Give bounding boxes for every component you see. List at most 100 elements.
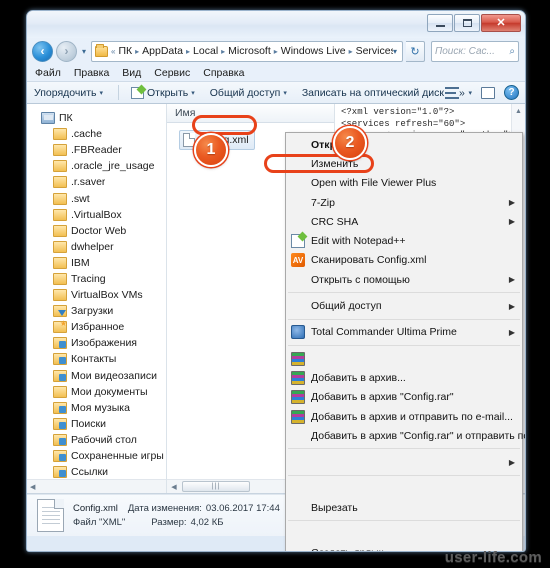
context-menu-item-label: 7-Zip: [311, 196, 335, 209]
tree-item-searches[interactable]: Поиски: [27, 416, 166, 432]
minimize-button[interactable]: [427, 14, 453, 32]
context-menu-item-add-and-email[interactable]: Добавить в архив "Config.rar": [286, 388, 522, 407]
breadcrumb-item-0[interactable]: ПК: [116, 45, 134, 57]
hscroll-thumb[interactable]: |||: [182, 481, 250, 492]
tree-item-fbreader[interactable]: .FBReader: [27, 142, 166, 158]
tree-item-music[interactable]: Моя музыка: [27, 400, 166, 416]
tree-item-doctor-web[interactable]: Doctor Web: [27, 223, 166, 239]
close-button[interactable]: ✕: [481, 14, 521, 32]
tree-item-documents[interactable]: Мои документы: [27, 384, 166, 400]
tree-item-videos[interactable]: Мои видеозаписи: [27, 368, 166, 384]
context-menu-item-label: CRC SHA: [311, 215, 359, 228]
context-menu[interactable]: Открыть Изменить Open with File Viewer P…: [285, 132, 525, 551]
tree-item-saved-games[interactable]: Сохраненные игры: [27, 448, 166, 464]
tree-item-pc[interactable]: ПК: [27, 110, 166, 126]
tree-item-pictures[interactable]: Изображения: [27, 335, 166, 351]
breadcrumb-item-5[interactable]: Services: [354, 45, 393, 57]
context-menu-divider: [288, 448, 520, 450]
tree-item-contacts[interactable]: Контакты: [27, 351, 166, 367]
nav-pane-scrollbar[interactable]: ◀: [27, 479, 166, 493]
tree-item-cache[interactable]: .cache: [27, 126, 166, 142]
tree-item-label: Контакты: [71, 353, 117, 366]
context-menu-item-scan[interactable]: AV Сканировать Config.xml: [286, 251, 522, 270]
scroll-up-arrow-icon[interactable]: ▲: [512, 104, 525, 118]
links-icon: [53, 466, 67, 479]
context-menu-item-share[interactable]: Общий доступ ▶: [286, 296, 522, 315]
burn-button[interactable]: Записать на оптический диск: [302, 87, 444, 99]
share-button[interactable]: Общий доступ ▾: [210, 87, 287, 99]
tree-item-links[interactable]: Ссылки: [27, 464, 166, 480]
details-type-value: Файл "XML": [73, 517, 126, 528]
tree-item-virtualbox[interactable]: .VirtualBox: [27, 207, 166, 223]
menu-item-view[interactable]: Вид: [122, 67, 141, 79]
organize-button[interactable]: Упорядочить ▾: [34, 87, 103, 99]
toolbar-divider: [118, 85, 119, 100]
context-menu-item-label: Общий доступ: [311, 300, 382, 313]
breadcrumb-item-4[interactable]: Windows Live: [279, 45, 348, 57]
context-menu-item-open-with[interactable]: Открыть с помощью ▶: [286, 270, 522, 289]
forward-button[interactable]: ›: [56, 40, 77, 62]
context-menu-item-label: Добавить в архив и отправить по e-mail..…: [311, 410, 513, 423]
help-icon[interactable]: ?: [504, 85, 519, 100]
open-button[interactable]: Открыть ▾: [131, 86, 195, 99]
menu-item-help[interactable]: Справка: [203, 67, 244, 79]
tree-item-downloads[interactable]: Загрузки: [27, 303, 166, 319]
folder-icon: [53, 192, 67, 205]
tree-item-ibm[interactable]: IBM: [27, 255, 166, 271]
context-menu-item-open-with-file-viewer-plus[interactable]: Open with File Viewer Plus: [286, 174, 522, 193]
context-menu-item-cut[interactable]: [286, 479, 522, 498]
breadcrumb-item-2[interactable]: Local: [191, 45, 220, 57]
search-input[interactable]: Поиск: Сас... ⌕: [431, 40, 519, 62]
breadcrumb-item-1[interactable]: AppData: [140, 45, 185, 57]
chevron-right-icon: ▶: [508, 301, 515, 311]
menu-item-edit[interactable]: Правка: [74, 67, 109, 79]
context-menu-item-edit[interactable]: Изменить: [286, 154, 522, 173]
tree-item-swt[interactable]: .swt: [27, 190, 166, 206]
tree-item-tracing[interactable]: Tracing: [27, 271, 166, 287]
tree-item-oracle-jre-usage[interactable]: .oracle_jre_usage: [27, 158, 166, 174]
context-menu-item-send-to[interactable]: ▶: [286, 452, 522, 471]
burn-label: Записать на оптический диск: [301, 86, 445, 99]
preview-pane-icon[interactable]: [481, 86, 495, 99]
context-menu-item-edit-with-notepadpp[interactable]: Edit with Notepad++: [286, 231, 522, 250]
context-menu-item-total-commander[interactable]: Total Commander Ultima Prime ▶: [286, 323, 522, 342]
tree-item-desktop[interactable]: Рабочий стол: [27, 432, 166, 448]
chevron-down-icon[interactable]: ▾: [468, 89, 472, 97]
folder-icon: [53, 224, 67, 237]
context-menu-item-7zip[interactable]: 7-Zip ▶: [286, 193, 522, 212]
menu-item-file[interactable]: Файл: [35, 67, 61, 79]
context-menu-item-add-to-config-rar[interactable]: Добавить в архив...: [286, 368, 522, 387]
tree-item-rsaver[interactable]: .r.saver: [27, 174, 166, 190]
change-view-icon[interactable]: [445, 86, 460, 99]
chevron-right-icon: ▶: [508, 275, 515, 285]
column-header-name[interactable]: Имя: [175, 107, 195, 119]
back-button[interactable]: ‹: [32, 40, 53, 62]
context-menu-divider: [288, 474, 520, 476]
tree-item-virtualbox-vms[interactable]: VirtualBox VMs: [27, 287, 166, 303]
navigation-pane[interactable]: ПК .cache .FBReader .oracle_jre_usage .r…: [27, 104, 167, 493]
tree-item-dwhelper[interactable]: dwhelper: [27, 239, 166, 255]
menu-item-tools[interactable]: Сервис: [154, 67, 190, 79]
scroll-left-arrow-icon[interactable]: ◀: [167, 483, 181, 491]
context-menu-item-add-to-archive[interactable]: [286, 349, 522, 368]
context-menu-item-crc-sha[interactable]: CRC SHA ▶: [286, 212, 522, 231]
breadcrumb-item-3[interactable]: Microsoft: [226, 45, 273, 57]
tree-item-favorites[interactable]: Избранное: [27, 319, 166, 335]
context-menu-item-open[interactable]: Открыть: [286, 135, 522, 154]
folder-icon: [95, 43, 109, 57]
recent-pages-dropdown-icon[interactable]: ▾: [80, 47, 88, 56]
scroll-left-arrow-icon[interactable]: ◀: [27, 483, 35, 491]
tree-item-label: Tracing: [71, 272, 106, 285]
context-menu-item-copy[interactable]: Вырезать: [286, 498, 522, 517]
chevron-down-icon[interactable]: ▾: [393, 47, 400, 56]
context-menu-item-add-config-rar-and-email[interactable]: Добавить в архив и отправить по e-mail..…: [286, 407, 522, 426]
context-menu-item-label: Открыть с помощью: [311, 273, 410, 286]
address-input[interactable]: « ПК ▸ AppData ▸ Local ▸ Microsoft ▸ Win…: [91, 40, 403, 62]
context-menu-item-label: Вырезать: [311, 501, 358, 514]
folder-icon: [53, 289, 67, 302]
refresh-button[interactable]: ↻: [406, 40, 425, 62]
maximize-button[interactable]: [454, 14, 480, 32]
address-bar: ‹ › ▾ « ПК ▸ AppData ▸ Local ▸ Microsoft…: [27, 38, 525, 64]
context-menu-item-create-shortcut[interactable]: [286, 524, 522, 543]
context-menu-item-restore-previous-version[interactable]: Добавить в архив "Config.rar" и отправит…: [286, 426, 525, 445]
